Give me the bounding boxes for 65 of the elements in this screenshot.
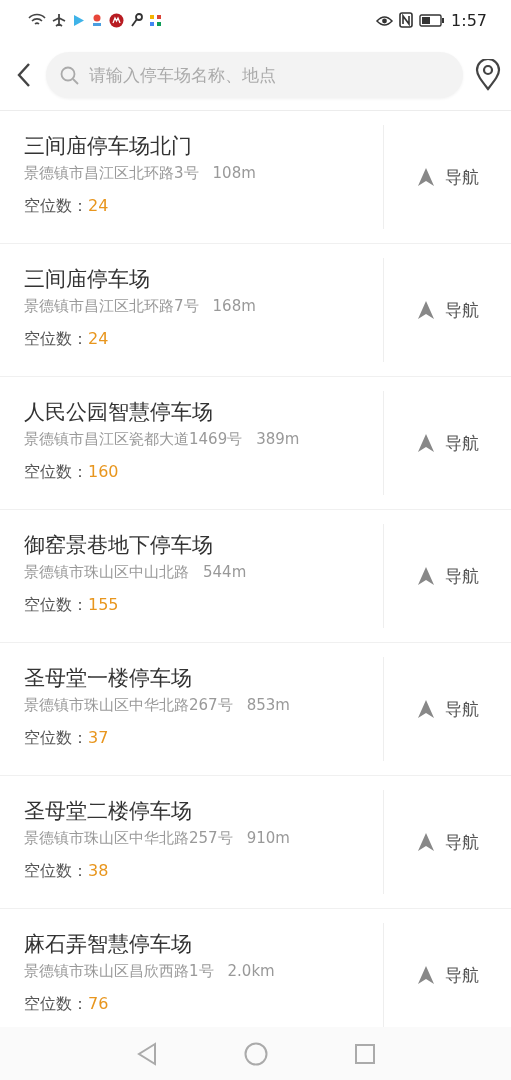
address-text: 景德镇市珠山区昌欣西路1号 [24, 961, 214, 982]
nfc-icon [399, 12, 414, 28]
arrow-icon [416, 433, 435, 453]
spaces-count: 155 [88, 594, 119, 616]
navigate-button[interactable]: 导航 [383, 790, 511, 894]
circle-logo-icon [109, 12, 124, 28]
parking-name: 圣母堂一楼停车场 [24, 665, 193, 692]
parking-name: 麻石弄智慧停车场 [24, 931, 193, 958]
address-text: 景德镇市珠山区中山北路 [24, 562, 189, 583]
distance-text: 853m [246, 695, 290, 716]
spaces-label: 空位数： [24, 195, 88, 217]
spaces-label: 空位数： [24, 461, 88, 483]
airplane-icon [52, 13, 66, 27]
search-icon [60, 66, 79, 85]
navigate-button[interactable]: 导航 [383, 524, 511, 628]
address-text: 景德镇市珠山区中华北路257号 [24, 828, 233, 849]
spaces-count: 160 [88, 461, 119, 483]
spaces-count: 24 [88, 195, 109, 217]
key-icon [130, 13, 143, 27]
play-icon [72, 13, 85, 27]
spaces-label: 空位数： [24, 328, 88, 350]
arrow-icon [416, 566, 435, 586]
navigate-button[interactable]: 导航 [383, 657, 511, 761]
wifi-icon [28, 13, 46, 27]
navigate-button[interactable]: 导航 [383, 391, 511, 495]
home-circle-icon[interactable] [243, 1041, 268, 1066]
spaces-count: 38 [88, 860, 109, 882]
parking-name: 三间庙停车场北门 [24, 133, 193, 160]
search-field[interactable]: 请输入停车场名称、地点 [46, 52, 463, 98]
parking-name: 御窑景巷地下停车场 [24, 532, 214, 559]
dots-logo-icon [149, 13, 162, 27]
address-text: 景德镇市昌江区瓷都大道1469号 [24, 429, 243, 450]
distance-text: 910m [246, 828, 290, 849]
battery-icon [419, 13, 446, 27]
arrow-icon [416, 167, 435, 187]
arrow-icon [416, 832, 435, 852]
distance-text: 168m [212, 296, 256, 317]
clock-time: 1:57 [451, 10, 487, 30]
spaces-label: 空位数： [24, 860, 88, 882]
eye-icon [376, 13, 394, 27]
arrow-icon [416, 300, 435, 320]
spaces-count: 24 [88, 328, 109, 350]
person-pin-icon [91, 12, 103, 28]
spaces-label: 空位数： [24, 727, 88, 749]
spaces-count: 37 [88, 727, 109, 749]
address-text: 景德镇市昌江区北环路7号 [24, 296, 199, 317]
navigate-button[interactable]: 导航 [383, 125, 511, 229]
spaces-label: 空位数： [24, 594, 88, 616]
arrow-icon [416, 699, 435, 719]
distance-text: 389m [256, 429, 300, 450]
address-text: 景德镇市昌江区北环路3号 [24, 163, 199, 184]
address-text: 景德镇市珠山区中华北路267号 [24, 695, 233, 716]
parking-name: 圣母堂二楼停车场 [24, 798, 193, 825]
location-pin-icon[interactable] [475, 59, 501, 91]
distance-text: 544m [203, 562, 247, 583]
back-triangle-icon[interactable] [135, 1041, 158, 1066]
distance-text: 2.0km [227, 961, 275, 982]
navigate-button[interactable]: 导航 [383, 258, 511, 362]
spaces-label: 空位数： [24, 993, 88, 1015]
parking-name: 人民公园智慧停车场 [24, 399, 214, 426]
spaces-count: 76 [88, 993, 109, 1015]
recents-square-icon[interactable] [353, 1042, 376, 1065]
arrow-icon [416, 965, 435, 985]
parking-name: 三间庙停车场 [24, 266, 151, 293]
distance-text: 108m [212, 163, 256, 184]
